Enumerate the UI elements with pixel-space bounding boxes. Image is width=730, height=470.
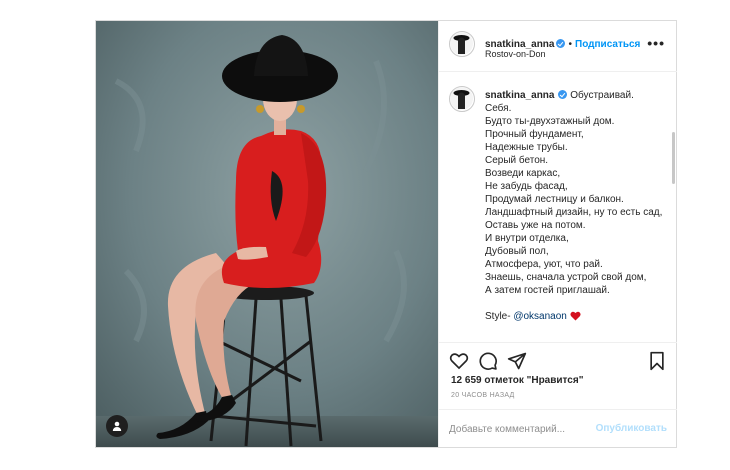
style-prefix: Style- <box>485 311 514 322</box>
verified-icon <box>558 90 568 99</box>
post-time[interactable]: 20 ЧАСОВ НАЗАД <box>451 392 515 399</box>
likes-count[interactable]: 12 659 отметок "Нравится" <box>451 375 583 386</box>
avatar[interactable] <box>449 31 475 57</box>
post-photo[interactable] <box>96 21 438 447</box>
caption: snatkina_anna Обустраивай. Себя. Будто т… <box>485 89 665 323</box>
add-comment-bar: Опубликовать <box>439 409 677 448</box>
red-heart-icon <box>570 311 581 321</box>
publish-button[interactable]: Опубликовать <box>596 423 667 434</box>
post-header: snatkina_anna • Подписаться Rostov-on-Don … <box>439 21 677 72</box>
mention-link[interactable]: @oksanaon <box>513 311 567 322</box>
comments-section[interactable]: snatkina_anna Обустраивай. Себя. Будто т… <box>439 72 677 342</box>
comment-icon[interactable] <box>478 351 498 371</box>
share-icon[interactable] <box>507 351 527 371</box>
caption-text: Обустраивай. Себя. Будто ты-двухэтажный … <box>485 90 663 296</box>
action-bar <box>439 342 677 379</box>
heart-icon[interactable] <box>449 351 469 371</box>
caption-avatar[interactable] <box>449 86 475 112</box>
location-link[interactable]: Rostov-on-Don <box>485 49 546 59</box>
caption-username[interactable]: snatkina_anna <box>485 90 554 101</box>
post-sidebar: snatkina_anna • Подписаться Rostov-on-Don … <box>438 21 677 447</box>
photo-illustration <box>96 21 438 447</box>
post-card: snatkina_anna • Подписаться Rostov-on-Don … <box>95 20 677 448</box>
style-credit: Style- @oksanaon <box>485 310 665 323</box>
scrollbar[interactable] <box>672 132 675 184</box>
verified-icon <box>556 39 566 48</box>
separator-dot: • <box>568 39 572 50</box>
bookmark-icon[interactable] <box>647 351 667 371</box>
follow-button[interactable]: Подписаться <box>575 39 640 50</box>
comment-input[interactable] <box>449 420 599 438</box>
tag-user-icon[interactable] <box>106 415 128 437</box>
more-options-icon[interactable]: ••• <box>647 35 665 51</box>
